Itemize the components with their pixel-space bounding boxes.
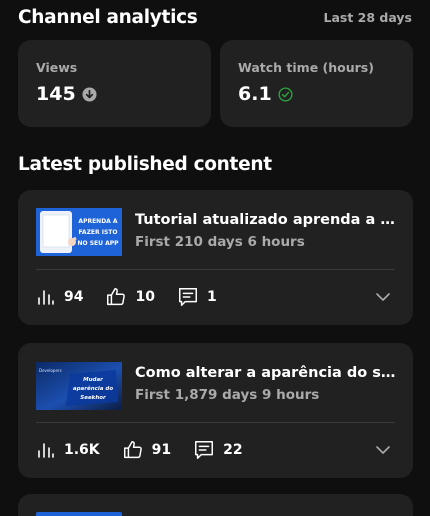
comments-metric: 1 — [177, 286, 217, 308]
video-subtitle: First 1,879 days 9 hours — [135, 387, 320, 403]
comment-icon — [178, 288, 197, 306]
thumbs-up-icon — [107, 288, 126, 306]
video-title[interactable]: Tutorial atualizado aprenda a fazer isto… — [135, 212, 397, 228]
page-title: Channel analytics — [18, 6, 198, 28]
video-thumbnail[interactable]: Developers Mudar aparência do Seekhor — [36, 362, 122, 410]
video-title[interactable]: Como alterar a aparência do seekhor — [135, 365, 397, 381]
thumb-text-line: NO SEU APP — [77, 240, 119, 247]
comment-icon — [195, 441, 214, 459]
divider — [36, 422, 395, 423]
video-thumbnail[interactable] — [36, 512, 122, 516]
video-subtitle: First 210 days 6 hours — [135, 234, 305, 250]
comments-count: 22 — [223, 442, 243, 458]
chevron-down-icon[interactable] — [375, 442, 391, 458]
likes-count: 10 — [135, 289, 155, 305]
views-count: 1.6K — [64, 442, 100, 458]
views-stat-card[interactable]: Views 145 — [18, 40, 211, 127]
video-metrics: 1.6K 91 22 — [36, 438, 395, 462]
chevron-down-icon[interactable] — [375, 289, 391, 305]
video-metrics: 94 10 1 — [36, 285, 395, 309]
comments-count: 1 — [206, 289, 217, 305]
views-label: Views — [36, 60, 78, 75]
thumb-text-line: FAZER ISTO — [79, 229, 118, 236]
thumb-text-line: aparência do — [73, 385, 113, 392]
watch-time-value: 6.1 — [238, 83, 272, 105]
likes-metric: 10 — [105, 286, 155, 308]
thumb-text-line: Seekhor — [80, 395, 106, 401]
bar-chart-icon — [38, 443, 54, 458]
video-card[interactable]: APRENDA A FAZER ISTO NO SEU APP Tutorial… — [18, 190, 413, 325]
views-value: 145 — [36, 83, 76, 105]
thumb-brand: Developers — [39, 368, 62, 373]
section-title: Latest published content — [18, 154, 272, 175]
thumbs-up-icon — [123, 441, 142, 459]
thumb-text-line: APRENDA A — [78, 218, 117, 225]
views-metric: 94 — [36, 287, 83, 307]
watch-time-label: Watch time (hours) — [238, 60, 374, 75]
video-card[interactable]: Developers Mudar aparência do Seekhor Co… — [18, 343, 413, 478]
views-count: 94 — [64, 289, 84, 305]
video-thumbnail[interactable]: APRENDA A FAZER ISTO NO SEU APP — [36, 208, 122, 256]
comments-metric: 22 — [193, 439, 243, 461]
check-circle-icon — [278, 86, 293, 102]
arrow-down-circle-icon — [82, 86, 97, 102]
likes-metric: 91 — [122, 439, 171, 461]
watch-time-stat-card[interactable]: Watch time (hours) 6.1 — [220, 40, 413, 127]
thumb-text-line: Mudar — [83, 377, 103, 383]
bar-chart-icon — [38, 290, 54, 305]
header: Channel analytics Last 28 days — [18, 4, 412, 30]
likes-count: 91 — [151, 442, 172, 458]
video-card[interactable] — [18, 494, 413, 516]
views-metric: 1.6K — [36, 440, 100, 460]
divider — [36, 269, 395, 270]
date-range-label[interactable]: Last 28 days — [323, 10, 412, 25]
